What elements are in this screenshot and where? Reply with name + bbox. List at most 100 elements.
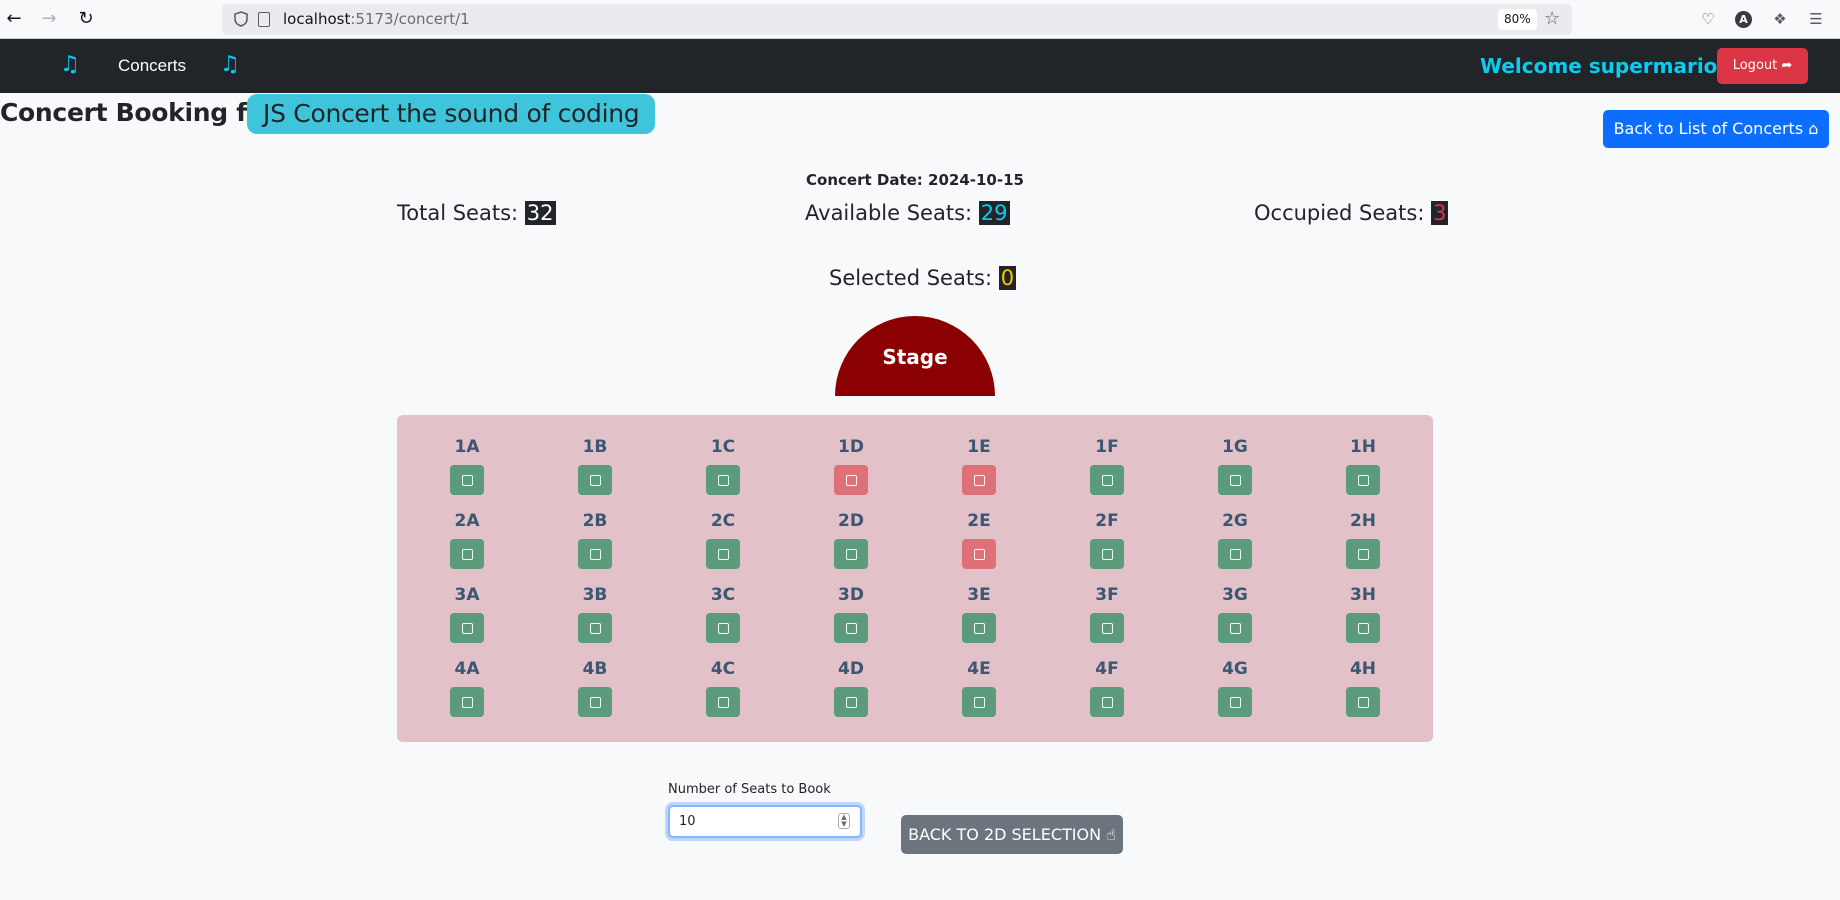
page-icon: [258, 12, 270, 27]
seat-4d[interactable]: 4D: [821, 659, 881, 717]
seat-checkbox-icon[interactable]: [962, 687, 996, 717]
seat-checkbox-icon[interactable]: [1090, 613, 1124, 643]
seat-1a[interactable]: 1A: [437, 437, 497, 495]
seat-label: 4B: [582, 659, 608, 679]
seat-2c[interactable]: 2C: [693, 511, 753, 569]
seat-3f[interactable]: 3F: [1077, 585, 1137, 643]
seat-checkbox-icon[interactable]: [450, 613, 484, 643]
seat-4f[interactable]: 4F: [1077, 659, 1137, 717]
seat-checkbox-icon[interactable]: [1218, 687, 1252, 717]
seat-checkbox-icon[interactable]: [706, 687, 740, 717]
occupied-seats-value: 3: [1431, 201, 1449, 225]
seat-checkbox-icon[interactable]: [834, 613, 868, 643]
seat-1e[interactable]: 1E: [949, 437, 1009, 495]
seat-4h[interactable]: 4H: [1333, 659, 1393, 717]
extensions-icon[interactable]: ❖: [1770, 9, 1790, 29]
seat-checkbox-icon[interactable]: [706, 465, 740, 495]
seat-checkbox-icon[interactable]: [1218, 539, 1252, 569]
nav-link-concerts[interactable]: Concerts: [118, 56, 186, 76]
seat-4b[interactable]: 4B: [565, 659, 625, 717]
seat-checkbox-icon[interactable]: [578, 539, 612, 569]
seat-checkbox-icon[interactable]: [1346, 465, 1380, 495]
zoom-level[interactable]: 80%: [1498, 9, 1537, 30]
seat-label: 4D: [838, 659, 864, 679]
seat-1c[interactable]: 1C: [693, 437, 753, 495]
bookmark-star-icon[interactable]: ☆: [1544, 8, 1560, 29]
music-note-icon[interactable]: ♫: [60, 53, 80, 77]
seat-checkbox-icon[interactable]: [1346, 613, 1380, 643]
seat-checkbox-icon[interactable]: [578, 687, 612, 717]
seat-4a[interactable]: 4A: [437, 659, 497, 717]
seat-1g[interactable]: 1G: [1205, 437, 1265, 495]
seat-checkbox-icon[interactable]: [706, 539, 740, 569]
back-to-2d-selection-button[interactable]: BACK TO 2D SELECTION ☝: [901, 815, 1123, 854]
seat-label: 4A: [454, 659, 480, 679]
browser-toolbar: ← → ↻ localhost:5173/concert/1 80% ☆ ♡ A…: [0, 0, 1840, 39]
seats-count-input[interactable]: [668, 805, 862, 838]
seat-2e[interactable]: 2E: [949, 511, 1009, 569]
pocket-icon[interactable]: ♡: [1698, 9, 1718, 29]
seat-2f[interactable]: 2F: [1077, 511, 1137, 569]
seat-2d[interactable]: 2D: [821, 511, 881, 569]
seat-3b[interactable]: 3B: [565, 585, 625, 643]
seat-checkbox-icon[interactable]: [834, 465, 868, 495]
seat-label: 3B: [582, 585, 608, 605]
occupied-seats-label: Occupied Seats:: [1254, 201, 1425, 225]
seat-label: 2H: [1349, 511, 1377, 531]
account-avatar-icon[interactable]: A: [1735, 11, 1752, 28]
seat-checkbox-icon[interactable]: [1218, 613, 1252, 643]
back-arrow-icon[interactable]: ←: [2, 8, 26, 30]
menu-icon[interactable]: ☰: [1806, 9, 1826, 29]
seat-checkbox-icon[interactable]: [450, 465, 484, 495]
seat-2a[interactable]: 2A: [437, 511, 497, 569]
seat-1d[interactable]: 1D: [821, 437, 881, 495]
seat-checkbox-icon[interactable]: [578, 613, 612, 643]
stage: Stage: [835, 316, 995, 396]
seat-checkbox-icon[interactable]: [1090, 687, 1124, 717]
seat-checkbox-icon[interactable]: [834, 539, 868, 569]
seat-1h[interactable]: 1H: [1333, 437, 1393, 495]
seat-4e[interactable]: 4E: [949, 659, 1009, 717]
seat-3c[interactable]: 3C: [693, 585, 753, 643]
seat-checkbox-icon[interactable]: [962, 539, 996, 569]
music-note-icon[interactable]: ♫: [220, 53, 240, 77]
seat-checkbox-icon[interactable]: [962, 465, 996, 495]
seat-label: 2B: [582, 511, 608, 531]
seat-checkbox-icon[interactable]: [1090, 539, 1124, 569]
logout-icon: ➦: [1781, 58, 1793, 73]
seat-1f[interactable]: 1F: [1077, 437, 1137, 495]
seat-3a[interactable]: 3A: [437, 585, 497, 643]
seat-map: 1A 1B 1C 1D 1E 1F 1G 1H 2A 2B 2C 2D 2E 2F 2G 2H 3A 3B 3C 3D…: [397, 415, 1433, 742]
seat-label: 3A: [454, 585, 480, 605]
seat-2h[interactable]: 2H: [1333, 511, 1393, 569]
forward-arrow-icon[interactable]: →: [37, 8, 61, 30]
seat-4c[interactable]: 4C: [693, 659, 753, 717]
seat-checkbox-icon[interactable]: [1218, 465, 1252, 495]
seat-3g[interactable]: 3G: [1205, 585, 1265, 643]
seat-label: 3E: [967, 585, 991, 605]
number-spinner-icon[interactable]: ▲ ▼: [838, 813, 850, 829]
seat-checkbox-icon[interactable]: [1090, 465, 1124, 495]
shield-icon: [234, 11, 248, 27]
seat-3e[interactable]: 3E: [949, 585, 1009, 643]
seat-checkbox-icon[interactable]: [962, 613, 996, 643]
logout-button[interactable]: Logout ➦: [1717, 48, 1808, 84]
seat-checkbox-icon[interactable]: [578, 465, 612, 495]
seat-checkbox-icon[interactable]: [450, 687, 484, 717]
back-to-list-button[interactable]: Back to List of Concerts ⌂: [1603, 110, 1829, 148]
seat-checkbox-icon[interactable]: [450, 539, 484, 569]
seat-4g[interactable]: 4G: [1205, 659, 1265, 717]
seat-3h[interactable]: 3H: [1333, 585, 1393, 643]
page-title: Concert Booking for:: [0, 98, 286, 127]
reload-icon[interactable]: ↻: [74, 8, 98, 30]
address-bar[interactable]: localhost:5173/concert/1 80% ☆: [222, 4, 1572, 35]
seat-checkbox-icon[interactable]: [834, 687, 868, 717]
seat-2b[interactable]: 2B: [565, 511, 625, 569]
seat-checkbox-icon[interactable]: [1346, 539, 1380, 569]
seat-label: 3C: [710, 585, 736, 605]
seat-3d[interactable]: 3D: [821, 585, 881, 643]
seat-checkbox-icon[interactable]: [706, 613, 740, 643]
seat-2g[interactable]: 2G: [1205, 511, 1265, 569]
seat-1b[interactable]: 1B: [565, 437, 625, 495]
seat-checkbox-icon[interactable]: [1346, 687, 1380, 717]
